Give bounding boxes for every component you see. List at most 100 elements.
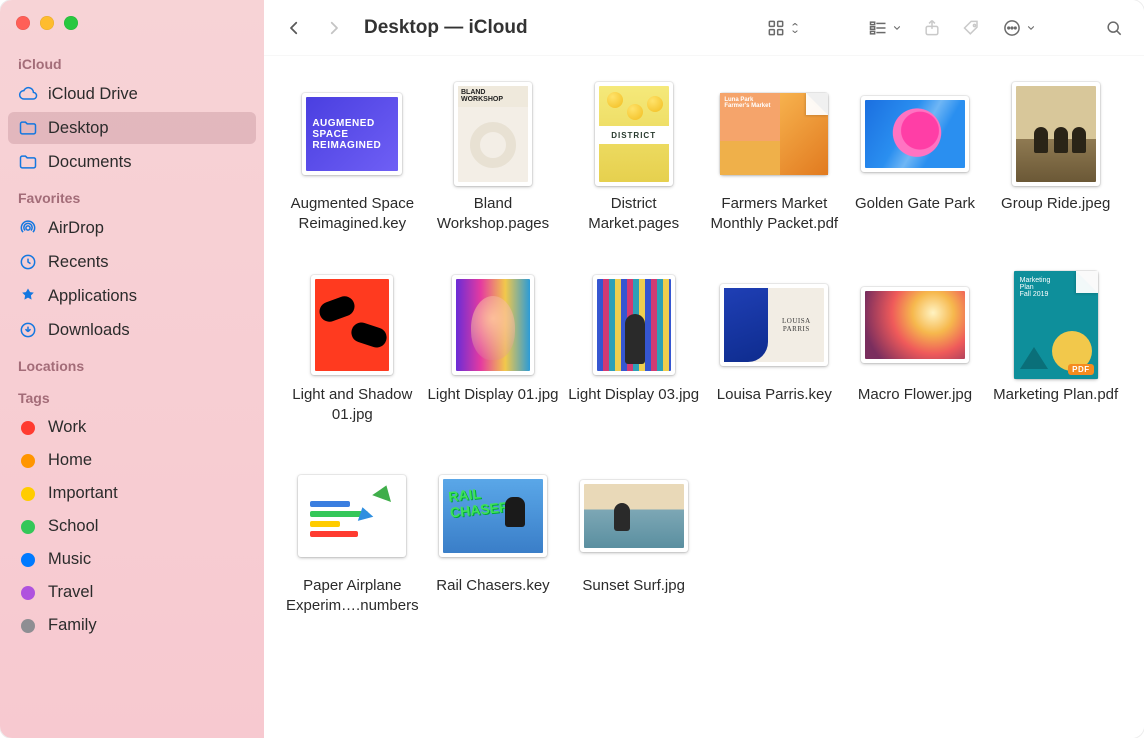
file-item[interactable]: Group Ride.jpeg — [987, 84, 1124, 233]
sidebar-item-applications[interactable]: Applications — [8, 280, 256, 312]
window-title: Desktop — iCloud — [364, 17, 528, 39]
search-button[interactable] — [1098, 18, 1130, 38]
file-item[interactable]: RAILCHASERS Rail Chasers.key — [425, 466, 562, 615]
sidebar-item-desktop[interactable]: Desktop — [8, 112, 256, 144]
share-button[interactable] — [916, 18, 948, 38]
tag-dot-icon — [21, 421, 35, 435]
file-name-label: Light and Shadow 01.jpg — [284, 385, 421, 424]
file-item[interactable]: Light and Shadow 01.jpg — [284, 275, 421, 424]
sidebar-item-downloads[interactable]: Downloads — [8, 314, 256, 346]
sidebar-item-label: School — [48, 517, 98, 536]
sidebar-tag-work[interactable]: Work — [8, 412, 256, 443]
file-item[interactable]: Sunset Surf.jpg — [565, 466, 702, 615]
sidebar-tag-school[interactable]: School — [8, 511, 256, 542]
file-thumbnail: AUGMENEDSPACEREIMAGINED — [298, 84, 406, 184]
sidebar-item-airdrop[interactable]: AirDrop — [8, 212, 256, 244]
tag-dot-icon — [21, 487, 35, 501]
view-mode-button[interactable] — [760, 18, 806, 38]
file-thumbnail: LOUISAPARRIS — [720, 275, 828, 375]
file-name-label: Louisa Parris.key — [717, 385, 832, 405]
download-icon — [18, 320, 38, 340]
sidebar-section-icloud: iCloud — [8, 46, 256, 76]
tag-dot-icon — [21, 586, 35, 600]
action-menu-button[interactable] — [996, 18, 1042, 38]
sidebar-tag-travel[interactable]: Travel — [8, 577, 256, 608]
cloud-icon — [18, 84, 38, 104]
clock-icon — [18, 252, 38, 272]
file-item[interactable]: Macro Flower.jpg — [847, 275, 984, 424]
file-item[interactable]: BLAND WORKSHOP Bland Workshop.pages — [425, 84, 562, 233]
file-name-label: Macro Flower.jpg — [858, 385, 972, 405]
tag-dot-icon — [21, 619, 35, 633]
toolbar: Desktop — iCloud — [264, 0, 1144, 56]
airdrop-icon — [18, 218, 38, 238]
file-thumbnail — [298, 466, 406, 566]
folder-icon — [18, 152, 38, 172]
file-item[interactable]: LOUISAPARRIS Louisa Parris.key — [706, 275, 843, 424]
group-by-button[interactable] — [862, 18, 908, 38]
folder-icon — [18, 118, 38, 138]
file-item[interactable]: Light Display 01.jpg — [425, 275, 562, 424]
tags-button[interactable] — [956, 18, 988, 38]
sidebar-tag-family[interactable]: Family — [8, 610, 256, 641]
file-name-label: Farmers Market Monthly Packet.pdf — [706, 194, 843, 233]
back-button[interactable] — [278, 13, 310, 43]
file-thumbnail: BLAND WORKSHOP — [439, 84, 547, 184]
file-name-label: Golden Gate Park — [855, 194, 975, 214]
sidebar-item-label: Important — [48, 484, 118, 503]
sidebar-tag-important[interactable]: Important — [8, 478, 256, 509]
sidebar-section-tags: Tags — [8, 380, 256, 410]
sidebar-section-favorites: Favorites — [8, 180, 256, 210]
file-name-label: District Market.pages — [565, 194, 702, 233]
sidebar-item-label: Home — [48, 451, 92, 470]
file-item[interactable]: DISTRICT District Market.pages — [565, 84, 702, 233]
close-window-button[interactable] — [16, 16, 30, 30]
file-thumbnail — [580, 275, 688, 375]
sidebar-item-label: Downloads — [48, 321, 130, 340]
file-thumbnail: RAILCHASERS — [439, 466, 547, 566]
file-item[interactable]: MarketingPlanFall 2019PDF Marketing Plan… — [987, 275, 1124, 424]
sidebar-item-label: iCloud Drive — [48, 85, 138, 104]
file-name-label: Sunset Surf.jpg — [582, 576, 685, 596]
file-item[interactable]: Paper Airplane Experim….numbers — [284, 466, 421, 615]
file-thumbnail: Luna ParkFarmer's Market — [720, 84, 828, 184]
forward-button[interactable] — [318, 13, 350, 43]
file-name-label: Light Display 01.jpg — [428, 385, 559, 405]
file-name-label: Rail Chasers.key — [436, 576, 549, 596]
sidebar-tag-home[interactable]: Home — [8, 445, 256, 476]
sidebar-item-label: Applications — [48, 287, 137, 306]
file-name-label: Group Ride.jpeg — [1001, 194, 1110, 214]
sidebar-item-label: Work — [48, 418, 86, 437]
file-name-label: Marketing Plan.pdf — [993, 385, 1118, 405]
file-name-label: Light Display 03.jpg — [568, 385, 699, 405]
file-thumbnail: MarketingPlanFall 2019PDF — [1002, 275, 1110, 375]
file-item[interactable]: AUGMENEDSPACEREIMAGINED Augmented Space … — [284, 84, 421, 233]
file-thumbnail: DISTRICT — [580, 84, 688, 184]
file-grid-area[interactable]: AUGMENEDSPACEREIMAGINED Augmented Space … — [264, 56, 1144, 738]
sidebar: iCloud iCloud Drive Desktop Documents Fa… — [0, 0, 264, 738]
sidebar-item-label: Family — [48, 616, 97, 635]
file-thumbnail — [1002, 84, 1110, 184]
finder-window: iCloud iCloud Drive Desktop Documents Fa… — [0, 0, 1144, 738]
window-controls — [8, 12, 256, 44]
file-item[interactable]: Light Display 03.jpg — [565, 275, 702, 424]
sidebar-item-documents[interactable]: Documents — [8, 146, 256, 178]
sidebar-item-label: Travel — [48, 583, 93, 602]
sidebar-item-icloud-drive[interactable]: iCloud Drive — [8, 78, 256, 110]
minimize-window-button[interactable] — [40, 16, 54, 30]
file-item[interactable]: Golden Gate Park — [847, 84, 984, 233]
apps-icon — [18, 286, 38, 306]
sidebar-item-label: Desktop — [48, 119, 109, 138]
file-name-label: Bland Workshop.pages — [425, 194, 562, 233]
sidebar-tag-music[interactable]: Music — [8, 544, 256, 575]
file-thumbnail — [580, 466, 688, 566]
sidebar-item-label: Recents — [48, 253, 109, 272]
file-item[interactable]: Luna ParkFarmer's Market Farmers Market … — [706, 84, 843, 233]
file-name-label: Augmented Space Reimagined.key — [284, 194, 421, 233]
sidebar-item-label: Music — [48, 550, 91, 569]
tag-dot-icon — [21, 553, 35, 567]
sidebar-item-recents[interactable]: Recents — [8, 246, 256, 278]
zoom-window-button[interactable] — [64, 16, 78, 30]
sidebar-item-label: Documents — [48, 153, 131, 172]
file-name-label: Paper Airplane Experim….numbers — [284, 576, 421, 615]
